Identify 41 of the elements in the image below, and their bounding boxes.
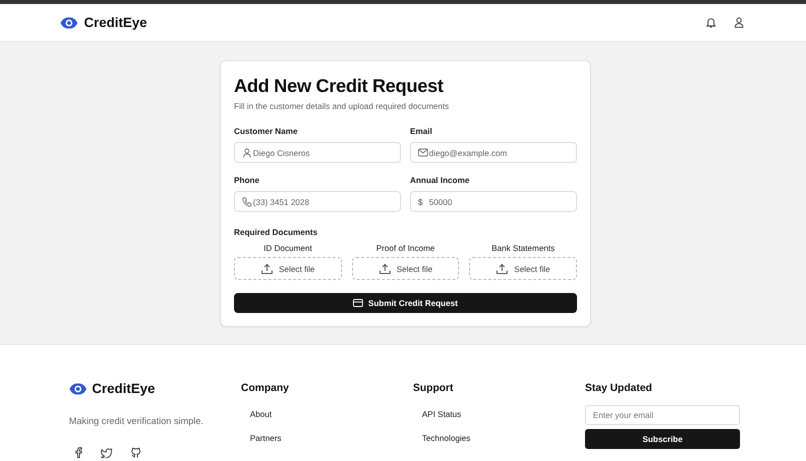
field-label: Customer Name	[234, 126, 299, 136]
credit-card-icon	[353, 299, 364, 307]
upload-icon	[260, 262, 273, 274]
footer-link[interactable]: About	[250, 409, 272, 419]
footer-heading: Support	[413, 381, 454, 395]
document-label: Bank Statements	[492, 243, 555, 253]
section-label: Required Documents	[234, 227, 318, 237]
footer-brand-name: CreditEye	[92, 381, 156, 396]
field-label: Annual Income	[410, 175, 470, 185]
footer-link[interactable]: Partners	[250, 433, 282, 443]
facebook-icon[interactable]	[75, 447, 82, 458]
file-select-button[interactable]: Select file	[352, 257, 460, 280]
brand-name: CreditEye	[84, 15, 148, 30]
currency-symbol: $	[418, 196, 423, 206]
eye-icon	[69, 382, 87, 394]
eye-icon	[60, 16, 78, 28]
tagline: Making credit verification simple.	[69, 416, 204, 426]
twitter-icon[interactable]	[101, 448, 112, 458]
footer-link[interactable]: Technologies	[422, 433, 470, 443]
upload-icon	[378, 262, 390, 274]
file-select-button[interactable]: Select file	[469, 257, 577, 280]
document-label: Proof of Income	[376, 243, 435, 253]
field-label: Email	[410, 126, 434, 136]
document-label: ID Document	[264, 243, 312, 253]
email-field[interactable]: Enter your email	[585, 405, 740, 425]
upload-icon	[496, 262, 508, 274]
user-icon[interactable]	[734, 17, 744, 28]
input-field[interactable]: diego@example.com	[410, 142, 577, 163]
subscribe-button[interactable]: Subscribe	[585, 429, 740, 449]
input-field[interactable]: (33) 3451 2028	[234, 191, 401, 212]
notification-bell-icon[interactable]	[706, 17, 716, 28]
field-label: Phone	[234, 175, 260, 185]
input-field[interactable]: Diego Cisneros	[234, 142, 401, 163]
github-icon[interactable]	[131, 447, 141, 458]
submit-button[interactable]: Submit Credit Request	[234, 293, 577, 313]
form-subtitle: Fill in the customer details and upload required documents	[234, 101, 450, 111]
footer-heading: Company	[241, 381, 290, 395]
footer-heading: Stay Updated	[585, 381, 654, 395]
file-select-button[interactable]: Select file	[234, 257, 342, 280]
footer-link[interactable]: API Status	[422, 409, 462, 419]
form-title: Add New Credit Request	[234, 74, 444, 97]
